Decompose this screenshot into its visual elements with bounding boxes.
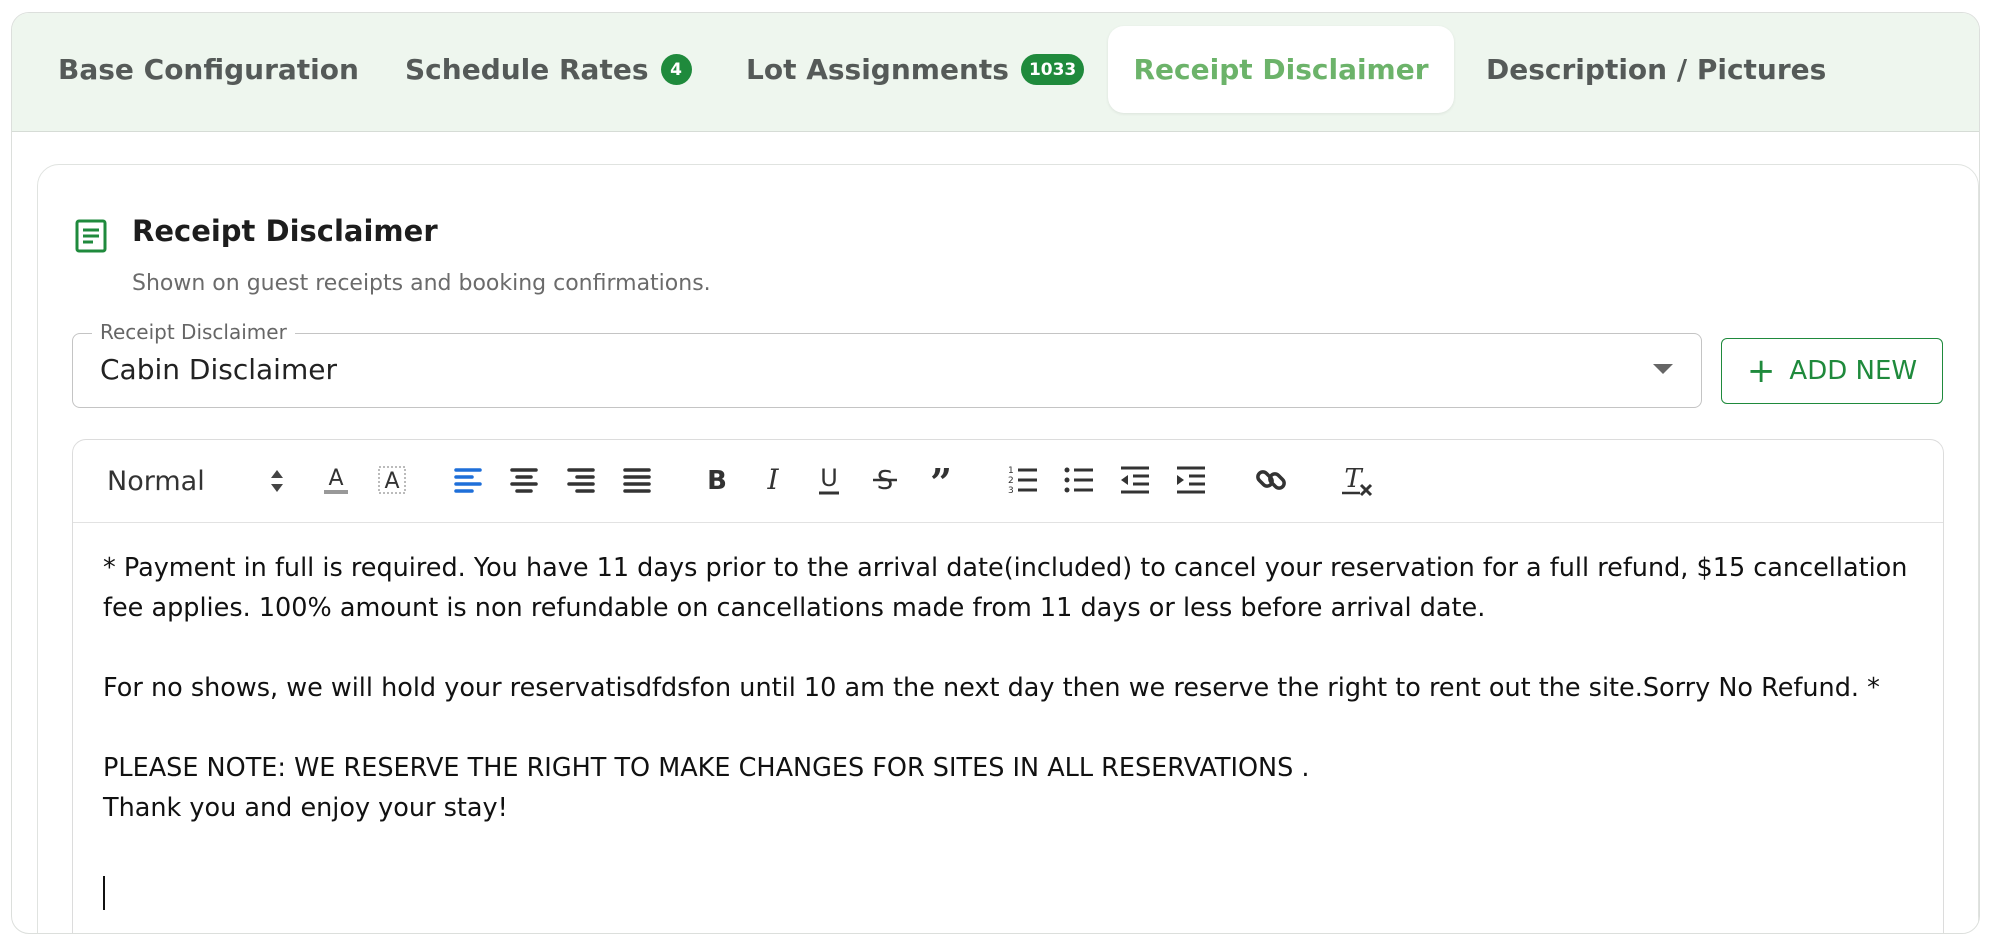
settings-panel: Base Configuration Schedule Rates 4 Lot … bbox=[11, 12, 1980, 934]
tab-label: Lot Assignments bbox=[746, 53, 1009, 86]
svg-text:I: I bbox=[766, 464, 779, 496]
add-new-button[interactable]: + ADD NEW bbox=[1721, 338, 1943, 404]
editor-toolbar: Normal A A B I U ” 1 2 3 T bbox=[73, 440, 1943, 523]
tab-bar: Base Configuration Schedule Rates 4 Lot … bbox=[12, 13, 1979, 132]
select-value: Cabin Disclaimer bbox=[100, 353, 337, 386]
italic-icon[interactable]: I bbox=[753, 460, 793, 500]
card-subtitle: Shown on guest receipts and booking conf… bbox=[132, 271, 711, 296]
add-new-label: ADD NEW bbox=[1789, 356, 1918, 386]
tab-label: Schedule Rates bbox=[405, 53, 649, 86]
indent-icon[interactable] bbox=[1171, 460, 1211, 500]
rich-text-editor: Normal A A B I U ” 1 2 3 T * Payment in … bbox=[72, 439, 1944, 933]
count-badge: 4 bbox=[660, 54, 692, 85]
highlight-icon[interactable]: A bbox=[372, 460, 412, 500]
align-left-icon[interactable] bbox=[448, 460, 488, 500]
svg-text:3: 3 bbox=[1008, 486, 1014, 496]
tab-label: Receipt Disclaimer bbox=[1133, 53, 1429, 86]
underline-icon[interactable]: U bbox=[809, 460, 849, 500]
select-label: Receipt Disclaimer bbox=[92, 320, 295, 344]
tab-label: Description / Pictures bbox=[1486, 53, 1827, 86]
tab-label: Base Configuration bbox=[58, 53, 359, 86]
svg-text:”: ” bbox=[930, 464, 952, 496]
blockquote-icon[interactable]: ” bbox=[921, 460, 961, 500]
card-title: Receipt Disclaimer bbox=[132, 214, 438, 248]
disclaimer-paragraph: For no shows, we will hold your reservat… bbox=[103, 673, 1880, 703]
bullet-list-icon[interactable] bbox=[1059, 460, 1099, 500]
strikethrough-icon[interactable]: S bbox=[865, 460, 905, 500]
text-cursor bbox=[103, 876, 105, 910]
clear-format-icon[interactable]: T bbox=[1337, 460, 1377, 500]
plus-icon: + bbox=[1746, 351, 1776, 391]
svg-text:2: 2 bbox=[1008, 476, 1014, 486]
heading-format-select[interactable]: Normal bbox=[107, 462, 285, 500]
tab-schedule-rates[interactable]: Schedule Rates 4 bbox=[405, 26, 692, 113]
heading-format-value: Normal bbox=[107, 465, 205, 497]
align-justify-icon[interactable] bbox=[617, 460, 657, 500]
align-right-icon[interactable] bbox=[561, 460, 601, 500]
receipt-disclaimer-card: Receipt Disclaimer Shown on guest receip… bbox=[37, 164, 1979, 933]
svg-text:B: B bbox=[707, 466, 727, 496]
updown-arrows-icon bbox=[271, 470, 283, 492]
link-icon[interactable] bbox=[1251, 460, 1291, 500]
tab-lot-assignments[interactable]: Lot Assignments 1033 bbox=[746, 26, 1085, 113]
svg-text:U: U bbox=[820, 464, 838, 492]
svg-text:T: T bbox=[1344, 464, 1363, 494]
svg-text:1: 1 bbox=[1008, 466, 1014, 476]
disclaimer-paragraph: * Payment in full is required. You have … bbox=[103, 553, 1908, 623]
text-color-icon[interactable]: A bbox=[316, 460, 356, 500]
editor-content[interactable]: * Payment in full is required. You have … bbox=[103, 548, 1913, 910]
tab-receipt-disclaimer[interactable]: Receipt Disclaimer bbox=[1108, 26, 1454, 113]
count-badge: 1033 bbox=[1020, 54, 1085, 85]
disclaimer-paragraph: Thank you and enjoy your stay! bbox=[103, 793, 508, 823]
chevron-down-icon bbox=[1653, 364, 1673, 374]
disclaimer-paragraph: PLEASE NOTE: WE RESERVE THE RIGHT TO MAK… bbox=[103, 753, 1310, 783]
outdent-icon[interactable] bbox=[1115, 460, 1155, 500]
tab-base-configuration[interactable]: Base Configuration bbox=[58, 26, 359, 113]
svg-text:A: A bbox=[384, 469, 399, 494]
ordered-list-icon[interactable]: 123 bbox=[1003, 460, 1043, 500]
tab-description-pictures[interactable]: Description / Pictures bbox=[1486, 26, 1826, 113]
disclaimer-select[interactable]: Receipt Disclaimer Cabin Disclaimer bbox=[72, 320, 1702, 408]
bold-icon[interactable]: B bbox=[697, 460, 737, 500]
document-icon bbox=[75, 219, 107, 253]
svg-text:A: A bbox=[328, 466, 343, 491]
align-center-icon[interactable] bbox=[504, 460, 544, 500]
